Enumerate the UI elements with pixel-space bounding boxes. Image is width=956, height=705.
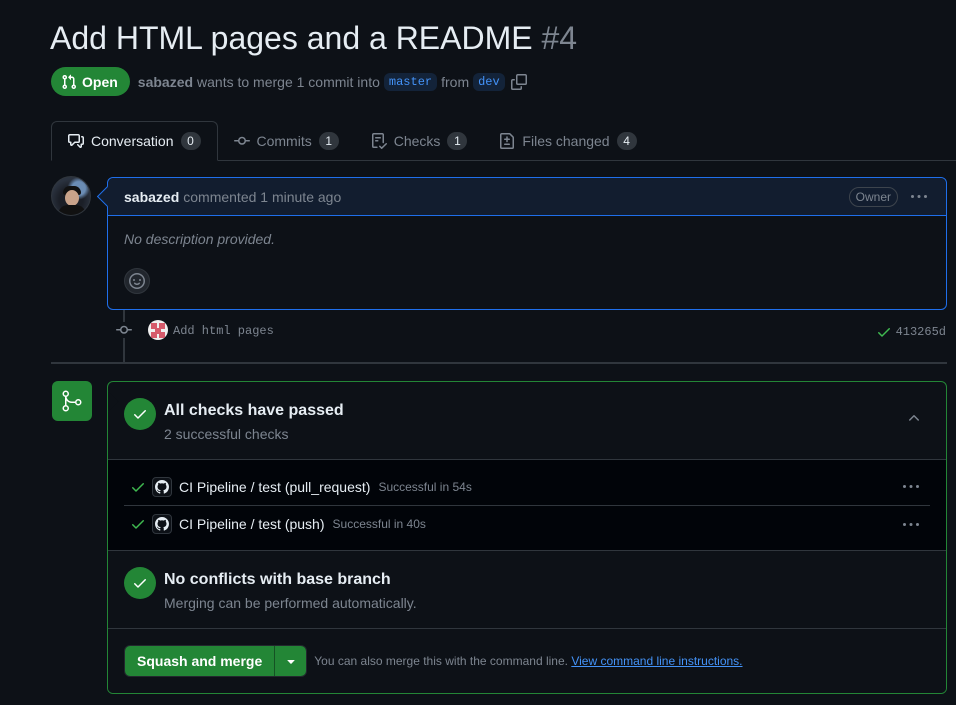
checks-summary[interactable]: All checks have passed 2 successful chec… <box>108 382 946 460</box>
git-pull-request-icon <box>62 74 77 89</box>
check-name[interactable]: CI Pipeline / test (pull_request) <box>179 479 370 495</box>
no-conflicts-icon <box>124 567 156 599</box>
status-badge: Open <box>51 67 130 96</box>
tab-counter: 0 <box>180 132 201 150</box>
file-diff-icon <box>500 133 515 149</box>
owner-badge: Owner <box>848 187 898 207</box>
tab-label: Conversation <box>91 133 174 149</box>
tab-counter: 1 <box>318 132 339 150</box>
commit-message[interactable]: Add html pages <box>173 324 274 338</box>
conflicts-summary: No conflicts with base branch Merging ca… <box>108 551 946 629</box>
pull-request-page: Add HTML pages and a README #4 Open saba… <box>0 0 956 705</box>
base-branch[interactable]: master <box>383 72 438 91</box>
checks-title: All checks have passed <box>164 402 344 419</box>
from-text: from <box>441 73 470 90</box>
copy-icon[interactable] <box>510 73 527 90</box>
checklist-icon <box>371 133 387 149</box>
tab-label: Checks <box>393 133 441 149</box>
checks-list: CI Pipeline / test (pull_request) Succes… <box>108 460 946 551</box>
kebab-horizontal-icon[interactable] <box>908 189 930 205</box>
comment-body: No description provided. <box>124 231 275 247</box>
comment-header: sabazed commented 1 minute ago Owner <box>108 178 946 216</box>
git-commit-icon <box>233 136 250 145</box>
commit-author-avatar[interactable] <box>148 320 168 340</box>
merge-hint: You can also merge this with the command… <box>314 654 742 668</box>
head-branch[interactable]: dev <box>473 72 505 91</box>
comment-discussion-icon <box>68 134 84 148</box>
check-row[interactable]: CI Pipeline / test (push) Successful in … <box>124 505 930 542</box>
merge-method-dropdown[interactable] <box>274 646 307 676</box>
pr-tabs: Conversation 0 Commits 1 Checks 1 Files … <box>51 121 956 161</box>
checks-passed-icon <box>124 398 156 430</box>
check-description: Successful in 54s <box>378 479 472 494</box>
page-title: Add HTML pages and a README #4 <box>50 20 577 57</box>
commit-status: 413265d <box>876 324 946 340</box>
check-row[interactable]: CI Pipeline / test (pull_request) Succes… <box>124 468 930 505</box>
author-link[interactable]: sabazed <box>138 74 193 90</box>
kebab-horizontal-icon[interactable] <box>900 517 922 533</box>
status-label: Open <box>82 73 118 90</box>
comment-timestamp: commented 1 minute ago <box>183 188 342 205</box>
comment-box: sabazed commented 1 minute ago Owner No … <box>107 177 947 310</box>
merge-hint-text: You can also merge this with the command… <box>314 654 568 668</box>
command-line-instructions-link[interactable]: View command line instructions. <box>571 654 742 668</box>
tab-checks[interactable]: Checks 1 <box>355 121 484 161</box>
merge-description: sabazed wants to merge 1 commit into mas… <box>138 72 527 91</box>
merge-status-icon <box>52 381 92 421</box>
check-description: Successful in 40s <box>332 517 426 531</box>
triangle-down-icon <box>287 660 295 664</box>
timeline-separator <box>51 362 947 364</box>
chevron-up-icon[interactable] <box>906 410 922 426</box>
github-logo-icon <box>152 514 172 534</box>
merge-split-button: Squash and merge <box>124 645 308 677</box>
check-icon[interactable] <box>876 324 892 340</box>
add-reaction-button[interactable] <box>124 268 150 294</box>
conflicts-subtitle: Merging can be performed automatically. <box>164 595 417 611</box>
check-icon <box>132 482 144 492</box>
git-merge-icon <box>62 390 82 412</box>
tab-files-changed[interactable]: Files changed 4 <box>483 121 652 161</box>
comment-author[interactable]: sabazed <box>124 189 179 205</box>
tab-counter: 4 <box>616 132 637 150</box>
merge-actions: Squash and merge You can also merge this… <box>108 629 946 693</box>
checks-subtitle: 2 successful checks <box>164 426 289 442</box>
tab-counter: 1 <box>447 132 468 150</box>
git-commit-icon <box>116 322 132 338</box>
github-logo-icon <box>152 476 172 497</box>
conflicts-title: No conflicts with base branch <box>164 571 391 588</box>
check-name[interactable]: CI Pipeline / test (push) <box>179 516 325 532</box>
merge-box: All checks have passed 2 successful chec… <box>107 381 947 694</box>
commit-sha-link[interactable]: 413265d <box>896 325 946 339</box>
kebab-horizontal-icon[interactable] <box>900 479 922 495</box>
pr-title: Add HTML pages and a README <box>50 20 533 56</box>
smiley-icon <box>129 273 145 289</box>
pr-meta: Open sabazed wants to merge 1 commit int… <box>51 67 527 96</box>
avatar[interactable] <box>51 176 91 216</box>
pr-number: #4 <box>541 20 578 56</box>
tab-conversation[interactable]: Conversation 0 <box>51 121 218 161</box>
tab-commits[interactable]: Commits 1 <box>218 121 355 161</box>
check-icon <box>132 520 144 529</box>
squash-and-merge-button[interactable]: Squash and merge <box>125 646 275 676</box>
tab-label: Commits <box>256 133 312 149</box>
tab-label: Files changed <box>522 133 610 149</box>
merge-text: wants to merge 1 commit into <box>197 73 380 90</box>
